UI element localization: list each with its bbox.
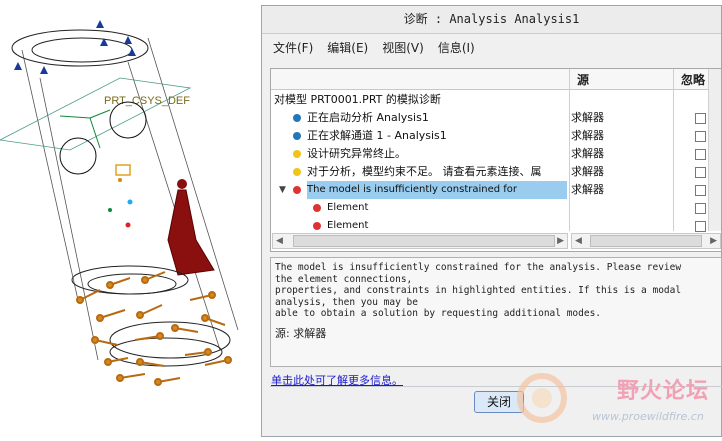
row-source: 求解器 bbox=[571, 147, 604, 160]
model-viewport[interactable]: PRT_CSYS_DEF bbox=[0, 0, 262, 437]
ignore-checkbox[interactable] bbox=[695, 203, 706, 214]
error-dot-icon bbox=[293, 186, 301, 194]
description-source: 源: 求解器 bbox=[275, 326, 327, 340]
menu-edit[interactable]: 编辑(E) bbox=[326, 37, 369, 58]
message-description: The model is insufficiently constrained … bbox=[270, 257, 722, 367]
scroll-thumb[interactable] bbox=[590, 235, 702, 247]
table-vertical-scrollbar[interactable] bbox=[708, 69, 721, 231]
scroll-right-arrow-icon[interactable]: ▶ bbox=[557, 234, 564, 248]
collapse-triangle-icon[interactable]: ▼ bbox=[279, 181, 286, 199]
column-ignore-header[interactable]: 忽略 bbox=[681, 71, 705, 88]
row-source: 求解器 bbox=[571, 165, 604, 178]
table-row[interactable]: 设计研究异常终止。 求解器 bbox=[271, 145, 716, 163]
ignore-checkbox[interactable] bbox=[695, 131, 706, 142]
table-row[interactable]: Element bbox=[271, 199, 716, 217]
warning-dot-icon bbox=[293, 150, 301, 158]
info-dot-icon bbox=[293, 114, 301, 122]
menu-bar: 文件(F) 编辑(E) 视图(V) 信息(I) bbox=[262, 34, 721, 60]
row-message: The model is insufficiently constrained … bbox=[307, 181, 567, 199]
row-message: 正在求解通道 1 - Analysis1 bbox=[307, 129, 447, 142]
watermark-text: 野火论坛 bbox=[617, 379, 710, 404]
table-header: 源 忽略 bbox=[271, 69, 721, 90]
table-row[interactable]: ▼ The model is insufficiently constraine… bbox=[271, 181, 716, 199]
ignore-checkbox[interactable] bbox=[695, 167, 706, 178]
row-message: Element bbox=[327, 202, 369, 213]
ignore-checkbox[interactable] bbox=[695, 149, 706, 160]
row-message: 设计研究异常终止。 bbox=[307, 147, 406, 160]
description-line: able to obtain a solution by requesting … bbox=[275, 308, 602, 319]
table-row[interactable]: 对模型 PRT0001.PRT 的模拟诊断 bbox=[271, 91, 716, 109]
row-source: 求解器 bbox=[571, 183, 604, 196]
row-message: 对于分析，模型约束不足。 请查看元素连接、属 bbox=[307, 165, 542, 178]
description-line: the element connections, bbox=[275, 273, 413, 285]
scroll-thumb[interactable] bbox=[293, 235, 555, 247]
menu-view[interactable]: 视图(V) bbox=[381, 37, 425, 58]
error-dot-icon bbox=[313, 204, 321, 212]
error-dot-icon bbox=[313, 222, 321, 230]
row-source: 求解器 bbox=[571, 111, 604, 124]
menu-info[interactable]: 信息(I) bbox=[437, 37, 476, 58]
ignore-checkbox[interactable] bbox=[695, 185, 706, 196]
scroll-left-arrow-icon[interactable]: ◀ bbox=[276, 234, 283, 248]
menu-file[interactable]: 文件(F) bbox=[272, 37, 314, 58]
description-line: properties, and constraints in highlight… bbox=[275, 285, 682, 296]
model-graphics: PRT_CSYS_DEF bbox=[0, 20, 239, 386]
info-dot-icon bbox=[293, 132, 301, 140]
scroll-left-arrow-icon[interactable]: ◀ bbox=[575, 234, 582, 248]
row-message: 正在启动分析 Analysis1 bbox=[307, 111, 429, 124]
watermark-url: www.proewildfire.cn bbox=[592, 410, 704, 423]
message-horizontal-scrollbar[interactable]: ◀ ▶ bbox=[272, 233, 568, 249]
ignore-checkbox[interactable] bbox=[695, 113, 706, 124]
table-row[interactable]: 正在启动分析 Analysis1 求解器 bbox=[271, 109, 716, 127]
table-row[interactable]: 正在求解通道 1 - Analysis1 求解器 bbox=[271, 127, 716, 145]
column-source-header[interactable]: 源 bbox=[577, 71, 589, 88]
warning-dot-icon bbox=[293, 168, 301, 176]
row-source: 求解器 bbox=[571, 129, 604, 142]
table-row[interactable]: 对于分析，模型约束不足。 请查看元素连接、属 求解器 bbox=[271, 163, 716, 181]
row-message: 对模型 PRT0001.PRT 的模拟诊断 bbox=[274, 93, 441, 106]
diagnostics-table: 源 忽略 对模型 PRT0001.PRT 的模拟诊断 正在启动分析 Analys… bbox=[270, 68, 722, 252]
ignore-checkbox[interactable] bbox=[695, 221, 706, 232]
source-horizontal-scrollbar[interactable]: ◀ ▶ bbox=[571, 233, 721, 249]
scroll-right-arrow-icon[interactable]: ▶ bbox=[710, 234, 717, 248]
description-line: The model is insufficiently constrained … bbox=[275, 262, 682, 273]
description-line: analysis, then you may be bbox=[275, 296, 418, 308]
dialog-title: 诊断 : Analysis Analysis1 bbox=[262, 6, 721, 34]
